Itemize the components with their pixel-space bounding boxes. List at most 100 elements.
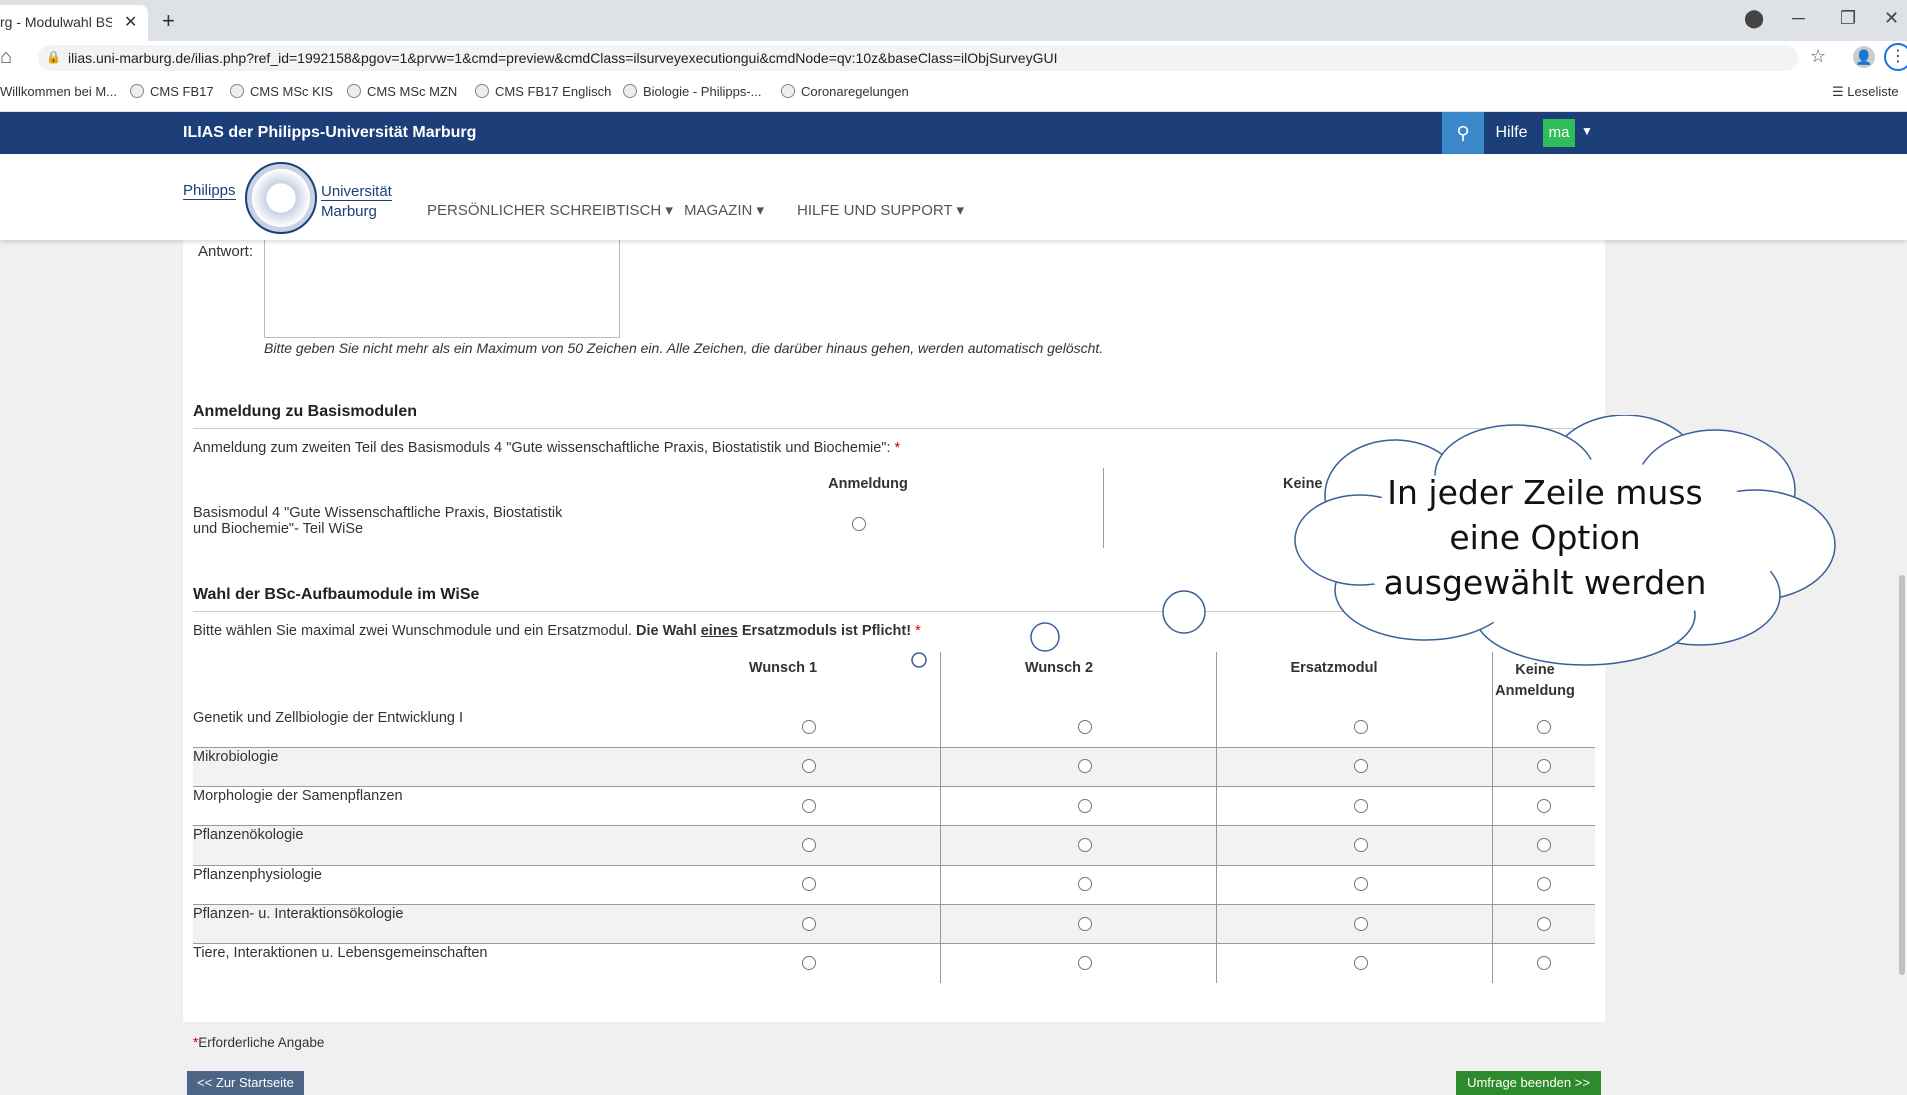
nav-help-support[interactable]: HILFE UND SUPPORT ▾ xyxy=(797,201,964,219)
column-divider xyxy=(940,652,941,983)
radio-option[interactable] xyxy=(802,917,816,931)
radio-option[interactable] xyxy=(1078,799,1092,813)
bookmark-item[interactable]: CMS FB17 xyxy=(130,84,214,99)
radio-basis-anmeldung[interactable] xyxy=(852,517,866,531)
logo-text-left: Philipps xyxy=(183,182,236,200)
radio-option[interactable] xyxy=(1537,917,1551,931)
question-aufbau-bold: Ersatzmoduls ist Pflicht! xyxy=(737,623,912,639)
logo-text-marburg: Marburg xyxy=(321,203,377,220)
bookmarks-bar: Willkommen bei M... CMS FB17 CMS MSc KIS… xyxy=(0,75,1907,112)
nav-personal-desk[interactable]: PERSÖNLICHER SCHREIBTISCH ▾ xyxy=(427,201,673,219)
radio-option[interactable] xyxy=(1354,759,1368,773)
bookmark-favicon-icon xyxy=(623,84,637,98)
row-divider xyxy=(193,825,1595,826)
callout-line: eine Option xyxy=(1449,518,1641,557)
close-icon[interactable]: ✕ xyxy=(124,12,137,32)
question-aufbau: Bitte wählen Sie maximal zwei Wunschmodu… xyxy=(193,623,921,639)
question-aufbau-underline: eines xyxy=(700,623,738,639)
question-aufbau-bold: Die Wahl xyxy=(636,623,701,639)
column-header-wunsch2: Wunsch 2 xyxy=(1024,660,1094,676)
bookmark-item[interactable]: CMS MSc MZN xyxy=(347,84,457,99)
row-divider xyxy=(193,786,1595,787)
radio-option[interactable] xyxy=(1078,759,1092,773)
tab-title: rg - Modulwahl BSc B xyxy=(0,14,112,30)
radio-option[interactable] xyxy=(1537,720,1551,734)
finish-survey-button[interactable]: Umfrage beenden >> xyxy=(1456,1071,1601,1095)
required-note-text: Erforderliche Angabe xyxy=(198,1035,325,1050)
address-bar-row: ⌂ 🔒 ilias.uni-marburg.de/ilias.php?ref_i… xyxy=(0,41,1907,75)
site-title[interactable]: ILIAS der Philipps-Universität Marburg xyxy=(183,124,476,142)
university-logo[interactable]: Philipps Universität Marburg xyxy=(183,160,398,234)
radio-option[interactable] xyxy=(1078,917,1092,931)
url-field[interactable]: 🔒 ilias.uni-marburg.de/ilias.php?ref_id=… xyxy=(38,45,1798,71)
radio-option[interactable] xyxy=(802,838,816,852)
radio-option[interactable] xyxy=(1537,877,1551,891)
bookmark-favicon-icon xyxy=(475,84,489,98)
row-label-line: und Biochemie"- Teil WiSe xyxy=(193,521,364,537)
bookmark-item[interactable]: Biologie - Philipps-... xyxy=(623,84,762,99)
required-marker: * xyxy=(894,440,901,456)
bookmark-star-icon[interactable]: ☆ xyxy=(1810,46,1826,67)
bookmark-favicon-icon xyxy=(781,84,795,98)
browser-tab-bar: rg - Modulwahl BSc B ✕ + ⬤ ─ ❐ ✕ xyxy=(0,0,1907,41)
back-to-start-button[interactable]: << Zur Startseite xyxy=(187,1071,304,1095)
logo-text-universitaet: Universität xyxy=(321,183,392,201)
radio-option[interactable] xyxy=(1354,917,1368,931)
radio-option[interactable] xyxy=(1537,956,1551,970)
radio-option[interactable] xyxy=(1354,838,1368,852)
bookmark-item[interactable]: CMS FB17 Englisch xyxy=(475,84,611,99)
answer-label: Antwort: xyxy=(198,243,254,260)
radio-option[interactable] xyxy=(802,877,816,891)
minimize-icon[interactable]: ─ xyxy=(1792,8,1805,29)
profile-dropdown-icon[interactable]: ⬤ xyxy=(1744,8,1764,29)
row-label-line: Basismodul 4 "Gute Wissenschaftliche Pra… xyxy=(193,505,563,521)
reading-list-button[interactable]: ☰ Leseliste xyxy=(1832,84,1899,100)
radio-option[interactable] xyxy=(802,720,816,734)
column-divider xyxy=(1492,652,1493,983)
radio-option[interactable] xyxy=(1537,759,1551,773)
browser-tab[interactable]: rg - Modulwahl BSc B ✕ xyxy=(0,5,148,41)
lock-icon[interactable]: 🔒 xyxy=(46,50,61,64)
answer-textarea[interactable] xyxy=(264,240,620,338)
radio-option[interactable] xyxy=(802,956,816,970)
profile-icon[interactable]: 👤 xyxy=(1853,46,1875,68)
row-divider xyxy=(193,865,1595,866)
home-icon[interactable]: ⌂ xyxy=(0,46,12,69)
bookmark-item[interactable]: CMS MSc KIS xyxy=(230,84,333,99)
row-divider xyxy=(193,747,1595,748)
radio-option[interactable] xyxy=(1078,956,1092,970)
bookmark-favicon-icon xyxy=(347,84,361,98)
radio-option[interactable] xyxy=(1537,838,1551,852)
radio-option[interactable] xyxy=(1078,877,1092,891)
search-button[interactable]: ⚲ xyxy=(1442,112,1484,154)
radio-option[interactable] xyxy=(1354,799,1368,813)
radio-option[interactable] xyxy=(1078,838,1092,852)
scrollbar-thumb[interactable] xyxy=(1899,575,1905,975)
bookmark-item[interactable]: Willkommen bei M... xyxy=(0,84,117,99)
window-close-icon[interactable]: ✕ xyxy=(1884,8,1899,29)
bookmark-item[interactable]: Coronaregelungen xyxy=(781,84,909,99)
user-avatar[interactable]: ma xyxy=(1543,119,1575,147)
radio-option[interactable] xyxy=(802,799,816,813)
callout-line: In jeder Zeile muss xyxy=(1387,473,1703,512)
restore-icon[interactable]: ❐ xyxy=(1840,8,1856,29)
radio-option[interactable] xyxy=(1354,877,1368,891)
radio-option[interactable] xyxy=(802,759,816,773)
radio-option[interactable] xyxy=(1354,720,1368,734)
help-button[interactable]: Hilfe xyxy=(1484,112,1539,154)
question-basis-text: Anmeldung zum zweiten Teil des Basismodu… xyxy=(193,440,895,456)
table-row-bg xyxy=(193,826,1595,865)
browser-menu-icon[interactable]: ⋮ xyxy=(1884,43,1907,71)
new-tab-icon[interactable]: + xyxy=(162,8,175,34)
bookmark-favicon-icon xyxy=(230,84,244,98)
radio-option[interactable] xyxy=(1537,799,1551,813)
chevron-down-icon[interactable]: ▼ xyxy=(1581,124,1593,138)
nav-magazine[interactable]: MAGAZIN ▾ xyxy=(684,201,764,219)
callout-line: ausgewählt werden xyxy=(1383,563,1707,602)
row-divider xyxy=(193,943,1595,944)
question-aufbau-text: Bitte wählen Sie maximal zwei Wunschmodu… xyxy=(193,623,636,639)
url-text[interactable]: ilias.uni-marburg.de/ilias.php?ref_id=19… xyxy=(68,50,1057,66)
reading-list-icon: ☰ xyxy=(1832,84,1848,99)
radio-option[interactable] xyxy=(1354,956,1368,970)
radio-option[interactable] xyxy=(1078,720,1092,734)
